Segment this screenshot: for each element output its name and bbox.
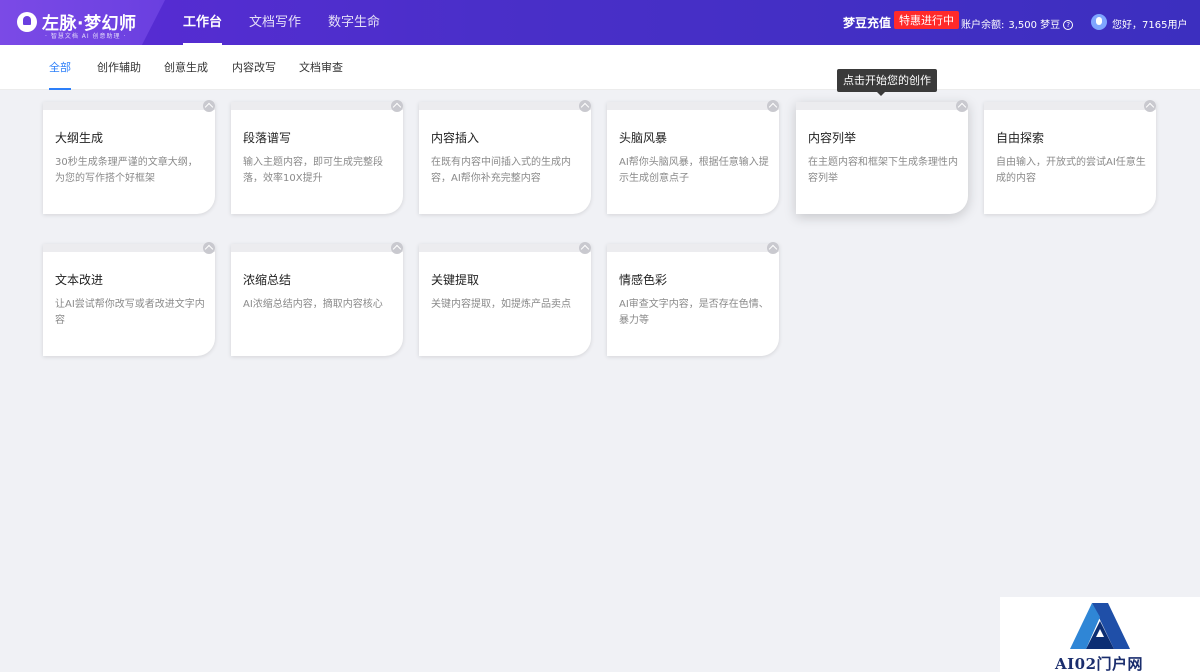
card-outline-generation[interactable]: 大纲生成 30秒生成条理严谨的文章大纲，为您的写作搭个好框架 — [43, 100, 215, 214]
card-paragraph-writing[interactable]: 段落谱写 输入主题内容，即可生成完整段落，效率10X提升 — [231, 100, 403, 214]
card-title: 内容列举 — [808, 131, 857, 145]
card-title: 关键提取 — [431, 273, 480, 287]
card-title: 情感色彩 — [619, 273, 668, 287]
card-description: AI审查文字内容，是否存在色情、暴力等 — [619, 299, 769, 326]
balance-label: 账户余额: — [961, 20, 1005, 31]
card-free-explore[interactable]: 自由探索 自由输入，开放式的尝试AI任意生成的内容 — [984, 100, 1156, 214]
card-top-band — [419, 102, 591, 110]
promo-badge[interactable]: 特惠进行中 — [894, 11, 959, 29]
card-text-improve[interactable]: 文本改进 让AI尝试帮你改写或者改进文字内容 — [43, 242, 215, 356]
chevron-up-icon — [203, 242, 215, 254]
card-title: 自由探索 — [996, 131, 1045, 145]
nav-workbench[interactable]: 工作台 — [183, 0, 223, 45]
chevron-up-icon — [579, 100, 591, 112]
tab-writing-assist[interactable]: 创作辅助 — [97, 45, 141, 90]
card-key-extract[interactable]: 关键提取 关键内容提取，如提炼产品卖点 — [419, 242, 591, 356]
card-top-band — [231, 244, 403, 252]
card-top-band — [231, 102, 403, 110]
recharge-link[interactable]: 梦豆充值 — [843, 14, 891, 31]
card-brainstorm[interactable]: 头脑风暴 AI帮你头脑风暴，根据任意输入提示生成创意点子 — [607, 100, 779, 214]
card-top-band — [984, 102, 1156, 110]
user-greeting[interactable]: 您好，7165用户 — [1112, 16, 1187, 31]
card-description: 30秒生成条理严谨的文章大纲，为您的写作搭个好框架 — [55, 157, 198, 184]
card-summary[interactable]: 浓缩总结 AI浓缩总结内容，摘取内容核心 — [231, 242, 403, 356]
top-bar: 左脉·梦幻师 · 智慧文档 AI 创意助理 · 工作台 文档写作 数字生命 梦豆… — [0, 0, 1200, 45]
card-content-insert[interactable]: 内容插入 在既有内容中间插入式的生成内容，AI帮你补充完整内容 — [419, 100, 591, 214]
card-title: 大纲生成 — [55, 131, 104, 145]
card-top-band — [43, 244, 215, 252]
chevron-up-icon — [767, 242, 779, 254]
balance-amount: 3,500 梦豆 — [1008, 20, 1061, 31]
main-nav: 工作台 文档写作 数字生命 — [183, 0, 407, 45]
chevron-up-icon — [1144, 100, 1156, 112]
card-top-band — [607, 102, 779, 110]
watermark: AI02门户网 — [1000, 597, 1200, 672]
logo-icon — [17, 12, 37, 32]
card-top-band — [419, 244, 591, 252]
help-icon[interactable]: ? — [1063, 20, 1074, 30]
nav-document-writing[interactable]: 文档写作 — [249, 0, 301, 45]
logo-subtitle: · 智慧文档 AI 创意助理 · — [45, 33, 127, 40]
chevron-up-icon — [579, 242, 591, 254]
card-description: AI帮你头脑风暴，根据任意输入提示生成创意点子 — [619, 157, 769, 184]
chevron-up-icon — [391, 242, 403, 254]
watermark-text: AI02门户网 — [1055, 655, 1144, 672]
tab-document-review[interactable]: 文档审查 — [299, 45, 343, 90]
tab-creative-generation[interactable]: 创意生成 — [164, 45, 208, 90]
card-title: 头脑风暴 — [619, 131, 668, 145]
category-tabs: 全部 创作辅助 创意生成 内容改写 文档审查 — [0, 45, 1200, 90]
account-balance: 账户余额: 3,500 梦豆? — [961, 16, 1074, 31]
card-description: 在既有内容中间插入式的生成内容，AI帮你补充完整内容 — [431, 157, 571, 184]
card-description: 在主题内容和框架下生成条理性内容列举 — [808, 157, 958, 184]
card-top-band — [796, 102, 968, 110]
card-top-band — [607, 244, 779, 252]
card-title: 内容插入 — [431, 131, 480, 145]
tab-all[interactable]: 全部 — [49, 45, 71, 90]
card-sentiment[interactable]: 情感色彩 AI审查文字内容，是否存在色情、暴力等 — [607, 242, 779, 356]
tab-content-rewrite[interactable]: 内容改写 — [232, 45, 276, 90]
card-title: 文本改进 — [55, 273, 104, 287]
card-title: 段落谱写 — [243, 131, 292, 145]
card-description: 输入主题内容，即可生成完整段落，效率10X提升 — [243, 157, 383, 184]
chevron-up-icon — [956, 100, 968, 112]
chevron-up-icon — [203, 100, 215, 112]
tooltip: 点击开始您的创作 — [837, 69, 937, 96]
chevron-up-icon — [767, 100, 779, 112]
card-description: AI浓缩总结内容，摘取内容核心 — [243, 299, 383, 310]
watermark-logo-icon — [1070, 603, 1130, 649]
card-content-list[interactable]: 内容列举 在主题内容和框架下生成条理性内容列举 — [796, 100, 968, 214]
chevron-up-icon — [391, 100, 403, 112]
card-description: 关键内容提取，如提炼产品卖点 — [431, 299, 571, 310]
avatar[interactable] — [1091, 14, 1107, 30]
card-description: 自由输入，开放式的尝试AI任意生成的内容 — [996, 157, 1146, 184]
card-title: 浓缩总结 — [243, 273, 292, 287]
nav-digital-life[interactable]: 数字生命 — [328, 0, 380, 45]
logo[interactable]: 左脉·梦幻师 · 智慧文档 AI 创意助理 · — [0, 0, 165, 45]
card-description: 让AI尝试帮你改写或者改进文字内容 — [55, 299, 205, 326]
card-top-band — [43, 102, 215, 110]
